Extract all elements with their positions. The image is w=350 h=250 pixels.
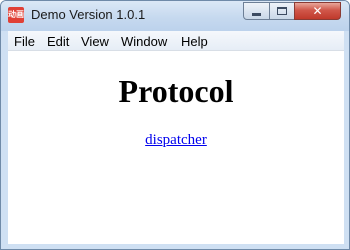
menu-window[interactable]: Window xyxy=(118,31,170,51)
app-icon: 动画 xyxy=(8,7,24,23)
menu-help[interactable]: Help xyxy=(178,31,211,51)
maximize-icon xyxy=(277,7,287,15)
app-window: 动画 Demo Version 1.0.1 ✕ File Edit View W… xyxy=(0,0,350,250)
close-icon: ✕ xyxy=(312,4,323,18)
close-button[interactable]: ✕ xyxy=(294,2,341,20)
minimize-icon xyxy=(252,12,261,16)
menu-file[interactable]: File xyxy=(11,31,38,51)
content-area: Protocol dispatcher xyxy=(8,51,344,244)
menu-edit[interactable]: Edit xyxy=(44,31,72,51)
maximize-button[interactable] xyxy=(269,2,295,20)
menu-view[interactable]: View xyxy=(78,31,112,51)
dispatcher-link[interactable]: dispatcher xyxy=(145,132,207,148)
title-bar[interactable]: 动画 Demo Version 1.0.1 ✕ xyxy=(1,1,349,31)
link-container: dispatcher xyxy=(8,131,344,149)
page-heading: Protocol xyxy=(118,73,234,109)
window-title: Demo Version 1.0.1 xyxy=(31,7,146,22)
minimize-button[interactable] xyxy=(243,2,270,20)
menu-bar: File Edit View Window Help xyxy=(8,31,344,51)
